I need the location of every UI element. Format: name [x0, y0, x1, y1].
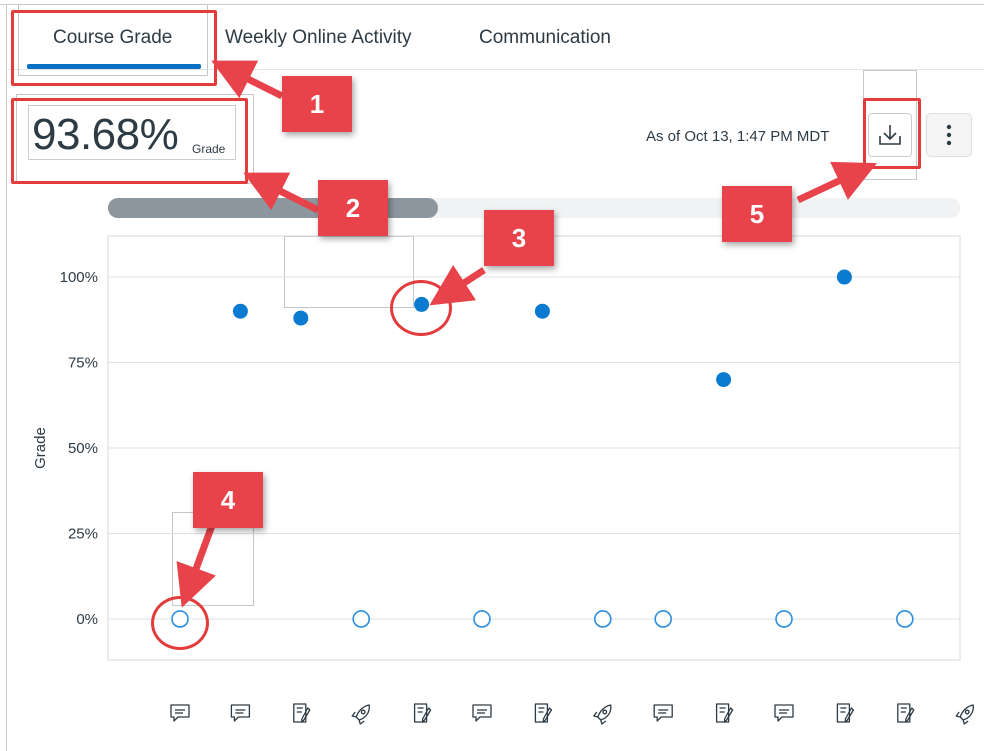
callout-badge-2: 2: [318, 180, 388, 236]
missing-grade-point[interactable]: [593, 610, 612, 628]
callout-badge-3: 3: [484, 210, 554, 266]
y-tick-label: 50%: [68, 440, 98, 457]
highlight-box-tab: [11, 10, 217, 86]
highlight-circle-missing: [151, 596, 209, 650]
missing-grade-point[interactable]: [775, 610, 793, 628]
missing-grade-point[interactable]: [352, 610, 371, 628]
callout-badge-1: 1: [282, 76, 352, 132]
y-axis-label: Grade: [32, 427, 49, 469]
grade-point[interactable]: [716, 372, 732, 388]
quiz-icon[interactable]: [955, 704, 974, 725]
grade-point[interactable]: [232, 303, 248, 319]
grade-point[interactable]: [293, 310, 309, 326]
y-tick-label: 75%: [68, 355, 98, 372]
quiz-icon[interactable]: [351, 704, 370, 725]
missing-grade-point[interactable]: [654, 610, 673, 628]
callout-badge-5: 5: [722, 186, 792, 242]
missing-grade-point[interactable]: [473, 610, 491, 628]
highlight-box-download: [863, 98, 921, 169]
highlight-box-grade: [11, 98, 248, 184]
grade-point[interactable]: [534, 303, 550, 319]
callout-badge-4: 4: [193, 472, 263, 528]
assignment-icon[interactable]: [293, 703, 311, 723]
assignment-icon[interactable]: [836, 703, 855, 723]
y-tick-label: 100%: [60, 269, 98, 286]
assignment-icon[interactable]: [413, 703, 432, 723]
missing-grade-point[interactable]: [895, 610, 914, 628]
assignment-icon[interactable]: [534, 703, 553, 723]
discussion-icon[interactable]: [170, 704, 190, 722]
y-tick-label: 25%: [68, 525, 98, 542]
y-tick-label: 0%: [76, 611, 98, 628]
grade-point[interactable]: [836, 269, 852, 285]
highlight-circle-point: [390, 280, 452, 336]
discussion-icon[interactable]: [472, 704, 492, 722]
quiz-icon[interactable]: [593, 704, 612, 725]
discussion-icon[interactable]: [774, 704, 794, 722]
assignment-icon[interactable]: [715, 703, 734, 723]
discussion-icon[interactable]: [653, 704, 673, 722]
assignment-icon[interactable]: [897, 703, 915, 723]
discussion-icon[interactable]: [230, 704, 251, 722]
